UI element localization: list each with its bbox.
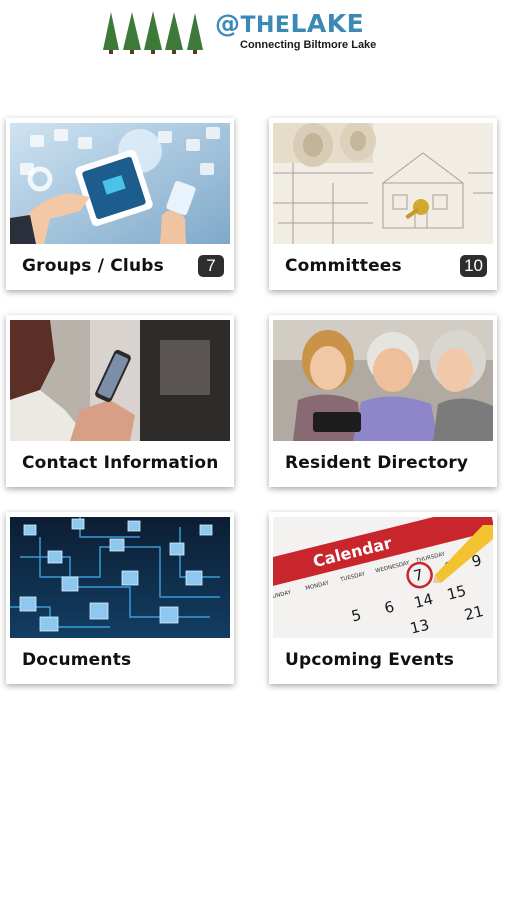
- tile-label: Contact Information: [22, 453, 219, 473]
- tile-documents[interactable]: Documents: [6, 512, 234, 684]
- tile-groups-clubs[interactable]: Groups / Clubs 7: [6, 118, 234, 290]
- phone-in-hand-photo: [10, 320, 230, 441]
- tile-contact-information[interactable]: Contact Information: [6, 315, 234, 487]
- tile-label: Resident Directory: [285, 453, 469, 473]
- document-network-photo: [10, 517, 230, 638]
- tile-label: Committees: [285, 256, 402, 276]
- tablet-apps-photo: [10, 123, 230, 244]
- logo-lake: LAKE: [290, 9, 365, 38]
- count-badge: 10: [460, 255, 487, 277]
- pine-trees-logo-icon: [103, 11, 203, 54]
- logo-the: THE: [240, 13, 291, 38]
- tile-committees[interactable]: Committees 10: [269, 118, 497, 290]
- tile-resident-directory[interactable]: Resident Directory: [269, 315, 497, 487]
- tile-label: Upcoming Events: [285, 650, 455, 670]
- calendar-photo: Calendar UNDAY MONDAY TUESDAY WEDNESDAY …: [273, 517, 493, 638]
- family-with-phone-photo: [273, 320, 493, 441]
- app-logo: @THELAKE: [215, 9, 364, 41]
- logo-at: @: [215, 9, 241, 38]
- blueprint-key-photo: [273, 123, 493, 244]
- count-badge: 7: [198, 255, 224, 277]
- app-header: @THELAKE Connecting Biltmore Lake: [0, 0, 507, 70]
- tile-upcoming-events[interactable]: Calendar UNDAY MONDAY TUESDAY WEDNESDAY …: [269, 512, 497, 684]
- tile-label: Documents: [22, 650, 132, 670]
- tile-label: Groups / Clubs: [22, 256, 164, 276]
- app-tagline: Connecting Biltmore Lake: [240, 39, 377, 51]
